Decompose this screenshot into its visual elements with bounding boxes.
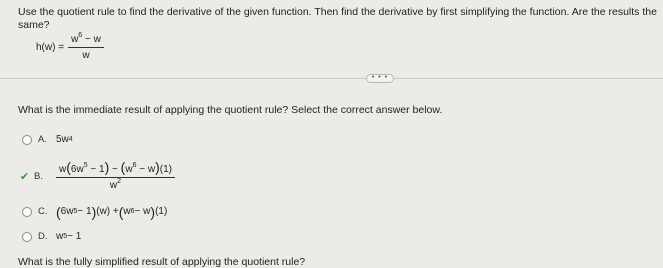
option-c-radio[interactable] <box>22 206 32 217</box>
option-d-radio[interactable] <box>22 231 32 242</box>
option-c-letter: C. <box>38 206 48 217</box>
option-b-letter: B. <box>34 171 43 182</box>
function-definition: h(w) = w6 − w w <box>36 32 104 61</box>
question-page: Use the quotient rule to find the deriva… <box>0 0 663 268</box>
followup-question-text: What is the fully simplified result of a… <box>18 256 306 268</box>
function-numerator: w6 − w <box>68 32 104 48</box>
function-lhs: h(w) = <box>36 42 65 53</box>
correct-check-icon: ✔ <box>20 171 30 183</box>
option-b[interactable]: ✔ B. w(6w5 − 1) − (w6 − w)(1) w2 <box>20 160 175 191</box>
option-c[interactable]: C. (6w 5 − 1) (w) + (w 6 − w) (1) <box>22 203 168 220</box>
option-d[interactable]: D. w5 − 1 <box>22 231 81 242</box>
option-b-expression: w(6w5 − 1) − (w6 − w)(1) w2 <box>52 160 175 191</box>
option-a-expression: 5w 4 <box>56 134 73 145</box>
option-d-expression: w5 − 1 <box>56 231 82 242</box>
option-c-expression: (6w 5 − 1) (w) + (w 6 − w) (1) <box>56 203 168 220</box>
option-a[interactable]: A. 5w 4 <box>22 134 73 145</box>
option-a-letter: A. <box>38 134 47 145</box>
expand-more-button[interactable]: • • • <box>366 74 394 83</box>
function-denominator: w <box>82 50 90 61</box>
option-a-radio[interactable] <box>22 134 32 145</box>
question-text: What is the immediate result of applying… <box>18 104 443 116</box>
option-d-letter: D. <box>38 231 48 242</box>
function-fraction: w6 − w w <box>68 32 104 61</box>
instructions-text: Use the quotient rule to find the deriva… <box>18 6 657 31</box>
section-divider <box>0 78 663 79</box>
